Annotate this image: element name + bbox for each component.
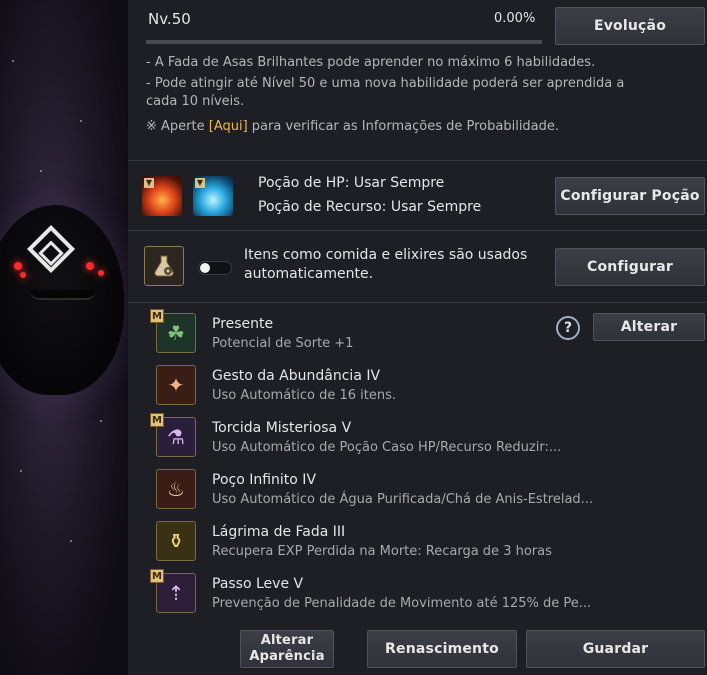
evolve-button[interactable]: Evolução	[555, 7, 705, 45]
info-line-1: - A Fada de Asas Brilhantes pode aprende…	[146, 55, 596, 70]
skill-name: Lágrima de Fada III	[212, 524, 346, 540]
skill-badge: M	[150, 569, 164, 583]
arrow-down-icon: ▼	[195, 178, 205, 188]
pet-eye-left-glow	[20, 272, 26, 278]
pet-details-panel: Nv.50 0.00% Evolução - A Fada de Asas Br…	[128, 0, 707, 675]
pet-body	[0, 205, 124, 395]
skill-name: Poço Infinito IV	[212, 472, 317, 488]
auto-use-flask-icon	[144, 246, 184, 286]
skill-desc: Potencial de Sorte +1	[212, 336, 354, 351]
change-appearance-line2: Aparência	[249, 649, 325, 664]
configure-auto-use-button[interactable]: Configurar	[555, 248, 705, 286]
save-button[interactable]: Guardar	[526, 630, 705, 668]
probability-link[interactable]: [Aqui]	[209, 119, 248, 134]
probability-prefix: ※ Aperte	[146, 119, 209, 134]
divider	[128, 160, 707, 161]
skill-desc: Uso Automático de Água Purificada/Chá de…	[212, 492, 594, 507]
resource-potion-label: Poção de Recurso: Usar Sempre	[258, 199, 482, 215]
probability-note: ※ Aperte [Aqui] para verificar as Inform…	[146, 119, 559, 134]
pet-eye-right	[86, 262, 94, 270]
fairy-icon[interactable]: ✦	[156, 365, 196, 405]
skill-name: Torcida Misteriosa V	[212, 420, 352, 436]
bowl-icon[interactable]: ♨	[156, 469, 196, 509]
pet-level: Nv.50	[148, 10, 191, 28]
info-line-3: cada 10 níveis.	[146, 94, 245, 109]
skill-desc: Uso Automático de Poção Caso HP/Recurso …	[212, 440, 562, 455]
skill-desc: Prevenção de Penalidade de Movimento até…	[212, 596, 592, 611]
configure-potion-button[interactable]: Configurar Poção	[555, 177, 705, 215]
change-skill-button[interactable]: Alterar	[593, 313, 705, 341]
divider	[128, 230, 707, 231]
change-appearance-button[interactable]: Alterar Aparência	[240, 630, 334, 668]
probability-suffix: para verificar as Informações de Probabi…	[247, 119, 560, 134]
skill-desc: Uso Automático de 16 itens.	[212, 388, 397, 403]
rebirth-button[interactable]: Renascimento	[367, 630, 517, 668]
skill-name: Gesto da Abundância IV	[212, 368, 381, 384]
hp-potion-icon[interactable]: ▼	[142, 176, 182, 216]
auto-use-toggle[interactable]	[198, 261, 232, 275]
skill-badge: M	[150, 309, 164, 323]
arrow-down-icon: ▼	[144, 178, 154, 188]
skill-desc: Recupera EXP Perdida na Morte: Recarga d…	[212, 544, 552, 559]
divider	[128, 302, 707, 303]
help-icon[interactable]: ?	[556, 316, 580, 340]
skill-badge: M	[150, 413, 164, 427]
resource-potion-icon[interactable]: ▼	[193, 176, 233, 216]
pet-eye-left	[14, 262, 22, 270]
hp-potion-label: Poção de HP: Usar Sempre	[258, 175, 445, 191]
exp-progress-bar	[146, 40, 542, 44]
skill-name: Presente	[212, 316, 274, 332]
exp-percent: 0.00%	[494, 11, 536, 26]
pet-eye-right-glow	[98, 270, 104, 276]
change-appearance-line1: Alterar	[260, 633, 314, 648]
auto-use-label-1: Itens como comida e elixires são usados	[244, 247, 528, 263]
pet-preview	[0, 0, 128, 675]
skill-name: Passo Leve V	[212, 576, 304, 592]
pet-mouth	[30, 290, 96, 300]
auto-use-label-2: automaticamente.	[244, 266, 374, 282]
info-line-2: - Pode atingir até Nível 50 e uma nova h…	[146, 76, 625, 91]
winged-vase-icon[interactable]: ⚱	[156, 521, 196, 561]
